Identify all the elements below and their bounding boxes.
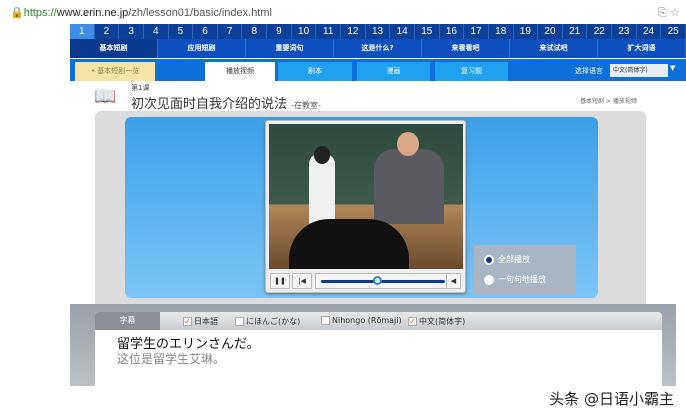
lesson-number-3[interactable]: 3 [119, 24, 144, 39]
nav-item-5[interactable]: 来试试吧 [510, 39, 598, 58]
tab-script[interactable]: 剧本 [278, 62, 352, 81]
subtitle-options-bar: 字幕 ✓ 日本語 にほんご(かな) Nihongo (Rōmaji) ✓ 中文(简体… [95, 312, 662, 330]
lesson-label: 第1课 [131, 84, 150, 92]
radio-icon [484, 254, 494, 265]
lesson-number-8[interactable]: 8 [242, 24, 268, 39]
checkbox-box [235, 317, 244, 326]
tab-manga[interactable]: 漫画 [357, 62, 430, 81]
chevron-down-icon[interactable]: ▼ [670, 64, 675, 72]
breadcrumb: 基本短剧 > 播放视频 [580, 98, 637, 105]
language-select[interactable]: 中文(简体字) [610, 64, 668, 77]
language-label: 选择语言 [575, 67, 603, 75]
lesson-number-5[interactable]: 5 [169, 24, 194, 39]
tab-play-video[interactable]: 播放视频 [205, 62, 275, 81]
volume-button[interactable]: ◀ [446, 273, 461, 289]
bookmark-star-icon[interactable]: ⎘ ☆ [658, 6, 680, 20]
subtitle-chinese: 这位是留学生艾琳。 [117, 352, 226, 366]
radio-play-all[interactable]: 全部播放 [484, 254, 530, 265]
nav-item-2[interactable]: 重要词句 [246, 39, 334, 58]
lesson-number-24[interactable]: 24 [637, 24, 662, 39]
book-pen-icon: 📖 [94, 86, 117, 107]
check-icon: ✓ [183, 317, 192, 326]
lesson-number-bar: 1 2 3 4 5 6 7 8 9 10 11 12 13 14 15 16 17 18 19 20 21 22 23 24 2… [70, 24, 686, 39]
playback-mode-group: 全部播放 一句句地播放 [474, 245, 576, 295]
lesson-number-2[interactable]: 2 [95, 24, 120, 39]
title-subtitle: -在教室- [291, 101, 321, 110]
video-frame[interactable] [269, 124, 463, 269]
previous-button[interactable]: |◀ [292, 273, 312, 289]
lesson-number-10[interactable]: 10 [292, 24, 317, 39]
page-title: 初次见面时自我介绍的说法 -在教室- [131, 93, 321, 112]
lesson-number-12[interactable]: 12 [341, 24, 366, 39]
lesson-number-4[interactable]: 4 [144, 24, 169, 39]
lesson-number-22[interactable]: 22 [587, 24, 613, 39]
radio-sentence-by-sentence[interactable]: 一句句地播放 [484, 274, 546, 285]
title-text: 初次见面时自我介绍的说法 [131, 97, 288, 112]
section-nav: 基本短剧 应用短剧 重要词句 这是什么? 来看看吧 来试试吧 扩大词语 [70, 39, 686, 58]
lesson-number-20[interactable]: 20 [538, 24, 563, 39]
nav-item-0[interactable]: 基本短剧 [70, 39, 158, 58]
lock-icon: 🔒 [10, 7, 24, 19]
lesson-number-23[interactable]: 23 [612, 24, 637, 39]
basic-skit-list-tab[interactable]: • 基本短剧一览 [75, 62, 155, 81]
nav-item-1[interactable]: 应用短剧 [158, 39, 246, 58]
radio-icon [484, 274, 494, 285]
lesson-number-17[interactable]: 17 [464, 24, 489, 39]
lesson-number-6[interactable]: 6 [193, 24, 218, 39]
nav-item-6[interactable]: 扩大词语 [598, 39, 686, 58]
tab-review[interactable]: 复习题 [435, 62, 508, 81]
lesson-number-16[interactable]: 16 [440, 24, 465, 39]
checkbox-box [321, 316, 330, 325]
lesson-number-9[interactable]: 9 [267, 24, 292, 39]
subtitle-text-area: 留学生のエリンさんだ。 这位是留学生艾琳。 [95, 330, 662, 386]
lesson-number-18[interactable]: 18 [489, 24, 514, 39]
lesson-number-15[interactable]: 15 [415, 24, 440, 39]
check-icon: ✓ [408, 317, 417, 326]
lesson-number-11[interactable]: 11 [316, 24, 342, 39]
lesson-number-21[interactable]: 21 [563, 24, 588, 39]
address-bar[interactable]: 🔒https://www.erin.ne.jp/zh/lesson01/basi… [10, 6, 272, 19]
checkbox-chinese[interactable]: ✓ 中文(简体字) [408, 316, 465, 327]
lesson-number-13[interactable]: 13 [366, 24, 391, 39]
lesson-number-14[interactable]: 14 [390, 24, 415, 39]
lesson-number-1[interactable]: 1 [70, 24, 95, 39]
nav-item-3[interactable]: 这是什么? [334, 39, 422, 58]
lesson-number-19[interactable]: 19 [514, 24, 539, 39]
watermark: 头条 @日语小霸主 [549, 390, 674, 408]
video-player: ❚❚ |◀ ◀ [265, 120, 466, 293]
seek-slider[interactable] [315, 273, 453, 289]
checkbox-romaji[interactable]: Nihongo (Rōmaji) [321, 316, 402, 325]
pause-button[interactable]: ❚❚ [270, 273, 290, 289]
seek-handle[interactable] [372, 276, 382, 285]
lesson-number-25[interactable]: 25 [661, 24, 686, 39]
checkbox-japanese[interactable]: ✓ 日本語 [183, 316, 218, 327]
checkbox-kana[interactable]: にほんご(かな) [235, 316, 300, 327]
nav-item-4[interactable]: 来看看吧 [422, 39, 510, 58]
sub-nav: • 基本短剧一览 播放视频 剧本 漫画 复习题 选择语言 中文(简体字) ▼ [70, 59, 686, 81]
subtitle-heading: 字幕 [95, 312, 160, 330]
lesson-number-7[interactable]: 7 [218, 24, 243, 39]
